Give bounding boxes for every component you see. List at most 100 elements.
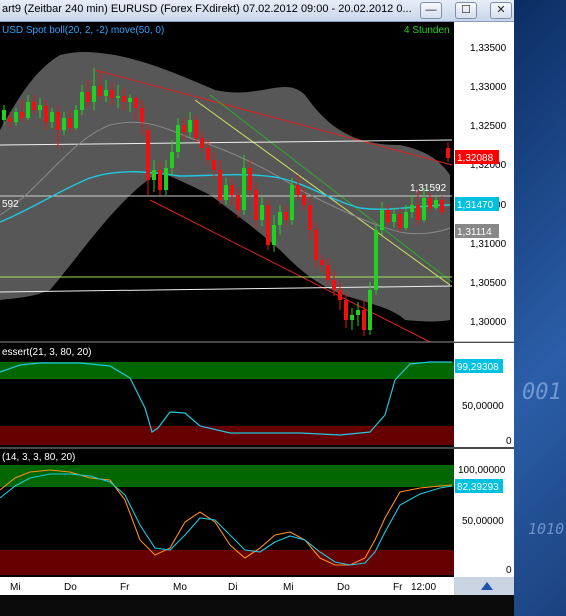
candle-body	[62, 118, 66, 130]
chart-canvas[interactable]: 1,33500 1,33000 1,32500 1,32000 1,31500 …	[0, 21, 514, 616]
x-label-di: Di	[228, 582, 237, 593]
candle-body	[230, 185, 234, 195]
candle-body	[206, 148, 210, 160]
candle-body	[428, 198, 432, 208]
maximize-button[interactable]: ☐	[455, 2, 477, 19]
price-label-6: 1,31000	[470, 239, 507, 250]
candle-body	[416, 205, 420, 220]
candle-body	[314, 230, 318, 260]
candle-body	[164, 168, 168, 190]
candle-body	[308, 205, 312, 230]
candle-body	[128, 98, 132, 102]
candle-body	[26, 102, 30, 118]
price-label-3: 1,32500	[470, 121, 507, 132]
timeframe-label: 4 Stunden	[404, 25, 450, 36]
candle-body	[272, 225, 276, 245]
main-legend: USD Spot boll(20, 2, -2) move(50, 0)	[2, 25, 164, 36]
chart-window: art9 (Zeitbar 240 min) EURUSD (Forex FXd…	[0, 0, 514, 616]
candle-body	[446, 148, 450, 158]
candle-body	[254, 190, 258, 220]
candle-body	[158, 170, 162, 190]
panel3-label-100: 100,00000	[458, 465, 506, 476]
candle-body	[242, 168, 246, 210]
candle-body	[146, 130, 150, 180]
candle-body	[356, 310, 360, 315]
candle-body	[434, 200, 438, 208]
candle-body	[182, 125, 186, 132]
candle-body	[68, 118, 72, 128]
candle-body	[302, 195, 306, 205]
candle-body	[140, 108, 144, 122]
candle-body	[236, 195, 240, 210]
overbought-zone	[0, 362, 454, 379]
candle-body	[284, 212, 288, 220]
candle-body	[440, 200, 444, 212]
candle-body	[188, 120, 192, 132]
minimize-button[interactable]: —	[420, 2, 442, 19]
price-axis	[454, 22, 514, 342]
candle-body	[410, 205, 414, 212]
price-label-1: 1,33500	[470, 43, 507, 54]
band-price-tag-label: 1,31114	[457, 227, 492, 238]
close-button[interactable]: ✕	[490, 2, 512, 19]
desktop-digits-2: 1010	[528, 520, 565, 538]
candle-body	[92, 86, 96, 102]
candle-body	[320, 260, 324, 265]
candle-body	[98, 86, 102, 96]
x-label-time: 12:00	[411, 582, 436, 593]
panel2-legend: essert(21, 3, 80, 20)	[2, 347, 92, 358]
panel2-label-0: 0	[506, 436, 512, 447]
panel2-value-tag-label: 99,29308	[457, 362, 499, 373]
candle-body	[152, 170, 156, 180]
left-price-marker: 592	[2, 199, 19, 210]
candle-body	[248, 168, 252, 190]
x-label-do-2: Do	[337, 582, 350, 593]
desktop-background: 001 1010	[514, 0, 566, 616]
candle-body	[368, 290, 372, 330]
candle-body	[344, 300, 348, 320]
candle-body	[278, 212, 282, 225]
candle-body	[212, 160, 216, 170]
candle-body	[350, 315, 354, 320]
panel3-value-tag-label: 82,39293	[457, 482, 499, 493]
candle-body	[194, 120, 198, 138]
panel3-label-50: 50,00000	[462, 516, 504, 527]
price-label-7: 1,30500	[470, 278, 507, 289]
x-label-mi-2: Mi	[283, 582, 294, 593]
candle-body	[2, 110, 6, 120]
candle-body	[74, 110, 78, 128]
candle-body	[386, 210, 390, 222]
x-label-do: Do	[64, 582, 77, 593]
candle-body	[110, 90, 114, 98]
candle-body	[104, 90, 108, 96]
candle-body	[32, 102, 36, 110]
candle-body	[374, 230, 378, 290]
price-label-2: 1,33000	[470, 82, 507, 93]
candle-body	[404, 212, 408, 228]
oversold-zone	[0, 426, 454, 445]
desktop-digits: 001	[522, 380, 562, 405]
x-label-fr-2: Fr	[393, 582, 403, 593]
candle-body	[86, 92, 90, 102]
candle-body	[266, 205, 270, 245]
candle-body	[290, 185, 294, 220]
candle-body	[20, 112, 24, 118]
title-bar[interactable]: art9 (Zeitbar 240 min) EURUSD (Forex FXd…	[0, 0, 514, 22]
candle-body	[56, 112, 60, 130]
candle-body	[326, 265, 330, 280]
candle-body	[122, 96, 126, 102]
candle-body	[422, 198, 426, 220]
panel2-label-50: 50,00000	[462, 401, 504, 412]
candle-body	[134, 98, 138, 108]
candle-body	[170, 152, 174, 168]
price-annotation: 1,31592	[410, 183, 447, 194]
window-title: art9 (Zeitbar 240 min) EURUSD (Forex FXd…	[2, 3, 412, 15]
price-label-8: 1,30000	[470, 317, 507, 328]
candle-body	[332, 280, 336, 290]
x-label-mo: Mo	[173, 582, 187, 593]
candle-body	[14, 112, 18, 122]
candle-body	[80, 92, 84, 110]
candle-body	[260, 205, 264, 220]
candle-body	[176, 125, 180, 152]
candle-body	[224, 185, 228, 200]
